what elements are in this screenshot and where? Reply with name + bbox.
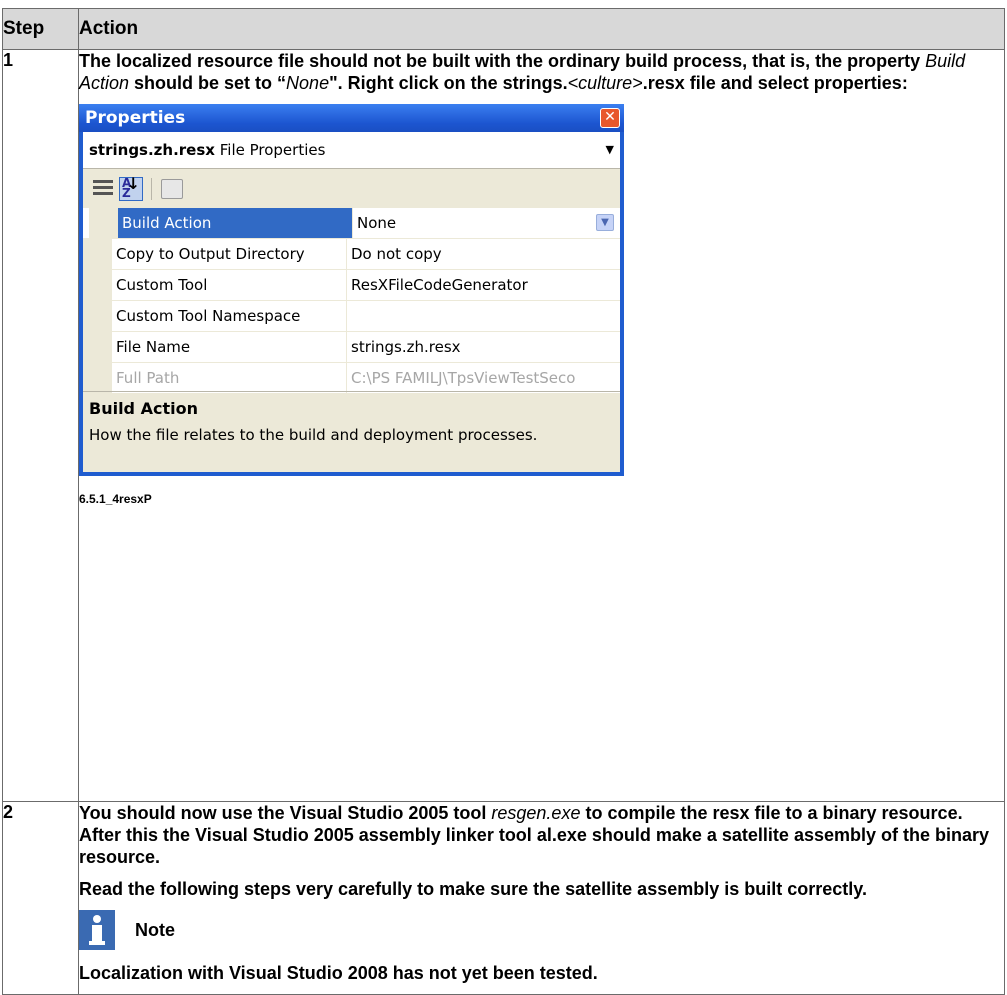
property-name: Custom Tool Namespace: [112, 301, 347, 331]
step1-text: The localized resource file should not b…: [79, 50, 1004, 94]
italic-term: None: [286, 73, 330, 93]
property-name: Build Action: [118, 208, 353, 238]
property-row[interactable]: File Name strings.zh.resx: [83, 332, 620, 363]
step-number: 2: [2, 801, 79, 995]
window-title: Properties: [85, 108, 186, 128]
text-run: The localized resource file should not b…: [79, 51, 926, 71]
step2-paragraph-2: Read the following steps very carefully …: [79, 879, 867, 899]
property-name: Copy to Output Directory: [112, 239, 347, 269]
text-run: .resx file and select properties:: [642, 73, 908, 93]
property-value[interactable]: Do not copy: [347, 239, 620, 269]
step-action: The localized resource file should not b…: [78, 49, 1005, 802]
categorized-icon[interactable]: [91, 177, 115, 201]
property-name: Custom Tool: [112, 270, 347, 300]
step2-paragraph-3: Localization with Visual Studio 2008 has…: [79, 963, 598, 983]
selected-object-type: File Properties: [214, 141, 326, 159]
property-row[interactable]: Full Path C:\PS FAMILJ\TpsViewTestSeco: [83, 363, 620, 394]
description-title: Build Action: [89, 399, 198, 418]
step2-paragraph-1: You should now use the Visual Studio 200…: [79, 802, 1004, 868]
property-row[interactable]: Copy to Output Directory Do not copy: [83, 239, 620, 270]
property-name: Full Path: [112, 363, 347, 393]
selected-file-name: strings.zh.resx: [89, 141, 215, 159]
text-run: You should now use the Visual Studio 200…: [79, 803, 492, 823]
text-run: ". Right click on the strings.: [329, 73, 568, 93]
info-icon: [79, 910, 115, 950]
close-icon[interactable]: ✕: [600, 108, 620, 128]
alphabetical-sort-icon[interactable]: A Z ↓: [119, 176, 143, 201]
step-action: You should now use the Visual Studio 200…: [78, 801, 1005, 995]
object-selector[interactable]: strings.zh.resx File Properties ▼: [83, 132, 620, 169]
property-row[interactable]: Custom Tool Namespace: [83, 301, 620, 332]
property-value: None: [357, 214, 397, 232]
table-row-step-2: 2 You should now use the Visual Studio 2…: [2, 801, 1005, 995]
property-value-select[interactable]: None ▼: [353, 208, 620, 238]
property-pages-icon[interactable]: [161, 179, 183, 199]
text-run: should be set to “: [129, 73, 287, 93]
property-value[interactable]: ResXFileCodeGenerator: [347, 270, 620, 300]
property-value[interactable]: strings.zh.resx: [347, 332, 620, 362]
table-header-row: Step Action: [2, 8, 1005, 50]
bold-term: al.exe: [536, 825, 587, 845]
property-name: File Name: [112, 332, 347, 362]
italic-term: resgen.exe: [491, 803, 581, 823]
table-row-step-1: 1 The localized resource file should not…: [2, 49, 1005, 802]
figure-caption: 6.5.1_4resxP: [79, 492, 152, 506]
property-grid: Build Action None ▼ Copy to Output Direct…: [83, 208, 620, 394]
properties-title-bar[interactable]: Properties ✕: [79, 104, 624, 132]
description-text: How the file relates to the build and de…: [89, 426, 538, 444]
note-callout: Note: [79, 910, 1004, 950]
note-label: Note: [135, 920, 175, 940]
step-number: 1: [2, 49, 79, 802]
chevron-down-icon[interactable]: ▼: [596, 214, 614, 231]
property-value[interactable]: [347, 301, 620, 331]
properties-toolbar: A Z ↓: [83, 169, 620, 210]
description-panel: Build Action How the file relates to the…: [83, 391, 620, 452]
property-value: C:\PS FAMILJ\TpsViewTestSeco: [347, 363, 620, 393]
dropdown-arrow-icon[interactable]: ▼: [606, 132, 614, 168]
step-column-header: Step: [2, 8, 79, 50]
property-row[interactable]: Custom Tool ResXFileCodeGenerator: [83, 270, 620, 301]
property-row[interactable]: Build Action None ▼: [83, 208, 620, 239]
steps-table: Step Action 1 The localized resource fil…: [2, 8, 1005, 995]
properties-window: Properties ✕ strings.zh.resx File Proper…: [79, 104, 624, 476]
toolbar-separator: [151, 178, 152, 200]
italic-term: <culture>: [567, 73, 643, 93]
action-column-header: Action: [78, 8, 1005, 50]
